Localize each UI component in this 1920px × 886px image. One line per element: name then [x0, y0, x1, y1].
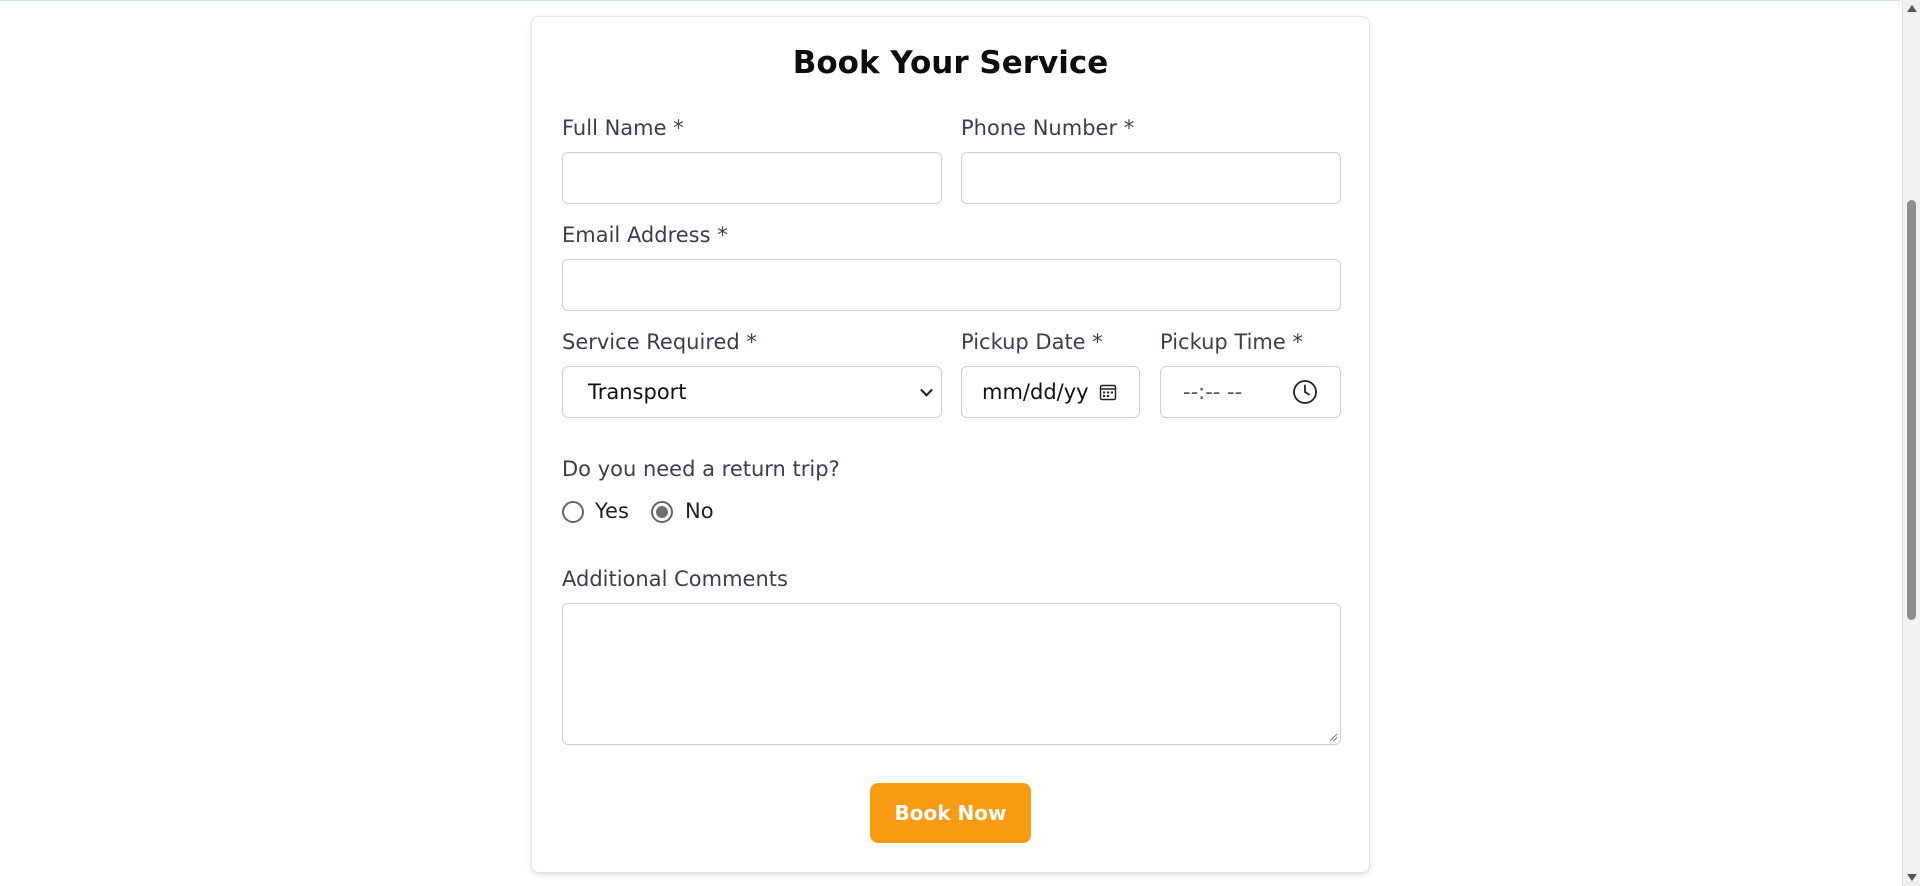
pickup-time-input[interactable]: --:-- --	[1160, 366, 1341, 418]
email-label: Email Address *	[562, 223, 728, 247]
full-name-label: Full Name *	[562, 116, 684, 140]
pickup-time-label: Pickup Time *	[1160, 330, 1303, 354]
scroll-up-arrow-icon[interactable]	[1907, 5, 1917, 12]
scrollbar-thumb[interactable]	[1907, 200, 1916, 620]
pickup-time-placeholder: --:-- --	[1183, 380, 1243, 404]
return-trip-question: Do you need a return trip?	[562, 457, 840, 481]
booking-form-card: Book Your Service Full Name * Phone Numb…	[531, 16, 1370, 873]
service-select[interactable]: Transport	[562, 366, 942, 418]
pickup-date-input[interactable]: mm/dd/yy	[961, 366, 1140, 418]
service-label: Service Required *	[562, 330, 757, 354]
return-trip-yes-label[interactable]: Yes	[595, 499, 629, 523]
return-trip-no-label[interactable]: No	[685, 499, 714, 523]
return-trip-yes-radio[interactable]	[562, 501, 584, 523]
scroll-down-arrow-icon[interactable]	[1907, 874, 1917, 881]
full-name-input[interactable]	[562, 152, 942, 204]
top-border-line	[0, 0, 1900, 1]
phone-number-label: Phone Number *	[961, 116, 1135, 140]
book-now-button[interactable]: Book Now	[870, 783, 1031, 843]
email-input[interactable]	[562, 259, 1341, 311]
clock-icon[interactable]	[1292, 379, 1318, 405]
form-title: Book Your Service	[792, 45, 1109, 81]
comments-label: Additional Comments	[562, 567, 788, 591]
resize-handle-icon[interactable]	[1328, 732, 1338, 742]
calendar-icon[interactable]	[1099, 383, 1117, 401]
comments-textarea[interactable]	[562, 603, 1341, 745]
vertical-scrollbar[interactable]	[1902, 0, 1920, 886]
chevron-down-icon	[920, 383, 933, 397]
phone-number-input[interactable]	[961, 152, 1341, 204]
return-trip-no-radio[interactable]	[651, 501, 673, 523]
pickup-date-placeholder: mm/dd/yy	[982, 380, 1089, 404]
pickup-date-label: Pickup Date *	[961, 330, 1103, 354]
service-selected-value: Transport	[588, 380, 687, 404]
